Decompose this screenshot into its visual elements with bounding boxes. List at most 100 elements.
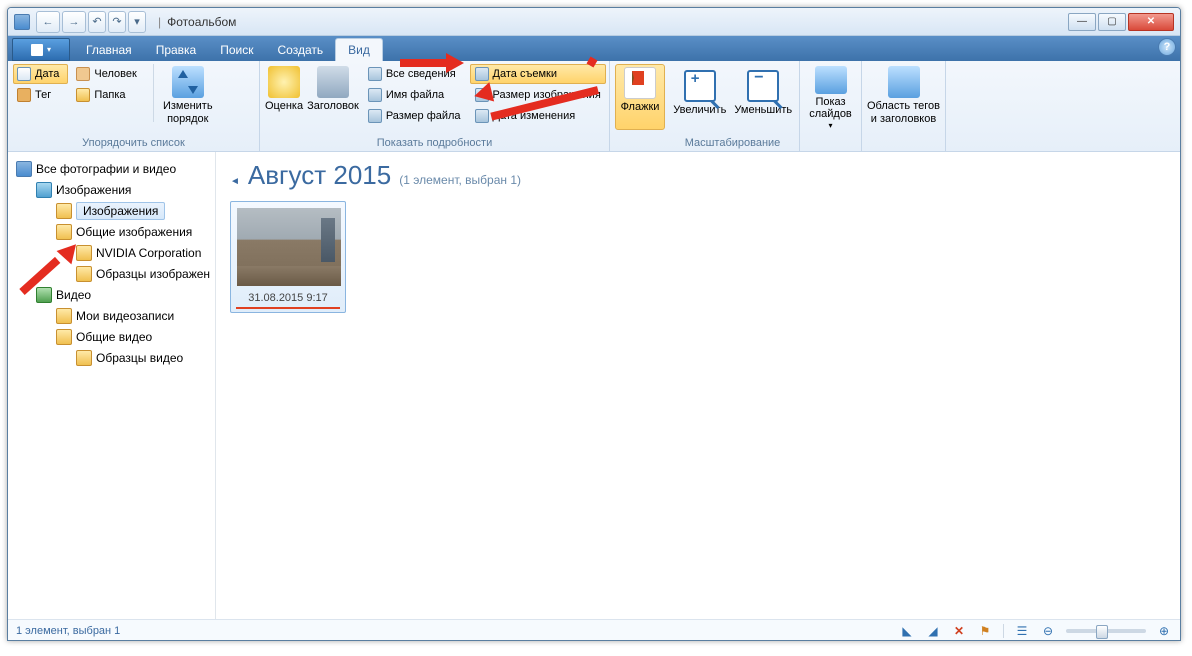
folder-icon xyxy=(76,88,90,102)
caption-icon xyxy=(317,66,349,98)
help-button[interactable]: ? xyxy=(1158,38,1176,56)
arrange-by-tag[interactable]: Тег xyxy=(13,85,68,105)
flag-small-icon[interactable]: ⚑ xyxy=(977,623,993,639)
calendar-icon xyxy=(17,67,31,81)
rotate-left-icon[interactable]: ◣ xyxy=(899,623,915,639)
slideshow-icon xyxy=(815,66,847,94)
zoom-in-icon xyxy=(684,70,716,102)
tree-all[interactable]: Все фотографии и видео xyxy=(10,158,213,179)
tag-area-button[interactable]: Область тегов и заголовков xyxy=(867,64,940,130)
tab-edit[interactable]: Правка xyxy=(144,38,209,61)
flag-icon xyxy=(624,67,656,99)
app-icon xyxy=(14,14,30,30)
group-tagarea: Область тегов и заголовков xyxy=(862,61,946,151)
close-button[interactable]: ✕ xyxy=(1128,13,1174,31)
tab-create[interactable]: Создать xyxy=(266,38,336,61)
tree-public-images[interactable]: Общие изображения xyxy=(10,221,213,242)
undo-button[interactable]: ↶ xyxy=(88,11,106,33)
group-header[interactable]: ◄ Август 2015 (1 элемент, выбран 1) xyxy=(230,160,1166,191)
annotation-arrow-3 xyxy=(16,248,74,306)
redo-button[interactable]: ↷ xyxy=(108,11,126,33)
zoom-out-button[interactable]: Уменьшить xyxy=(733,64,794,130)
photo-thumbnail[interactable]: 31.08.2015 9:17 xyxy=(230,201,346,313)
tab-view[interactable]: Вид xyxy=(335,38,383,61)
filesize-button[interactable]: Размер файла xyxy=(363,106,466,126)
window-controls: — ▢ ✕ xyxy=(1068,13,1174,31)
window-title: Фотоальбом xyxy=(167,15,236,29)
file-menu-icon xyxy=(31,44,43,56)
zoom-slider[interactable] xyxy=(1066,629,1146,633)
rating-button[interactable]: Оценка xyxy=(265,64,303,130)
tab-main[interactable]: Главная xyxy=(74,38,144,61)
group-subtitle: (1 элемент, выбран 1) xyxy=(399,173,521,187)
tree-images[interactable]: Изображения xyxy=(10,179,213,200)
all-photos-icon xyxy=(16,161,32,177)
images-icon xyxy=(36,182,52,198)
flags-button[interactable]: Флажки xyxy=(615,64,665,130)
tree-samples-video[interactable]: Образцы видео xyxy=(10,347,213,368)
collapse-icon: ◄ xyxy=(230,176,240,187)
minimize-button[interactable]: — xyxy=(1068,13,1096,31)
tree-public-video[interactable]: Общие видео xyxy=(10,326,213,347)
annotation-arrow-2 xyxy=(488,58,606,98)
group-zoom-label: Масштабирование xyxy=(671,134,794,151)
reverse-order-button[interactable]: Изменить порядок xyxy=(161,64,215,130)
arrange-by-folder[interactable]: Папка xyxy=(72,85,145,105)
slideshow-button[interactable]: Показ слайдов▾ xyxy=(805,64,856,130)
folder-icon xyxy=(76,266,92,282)
group-arrange: Дата Тег Человек Папка Изменить порядок … xyxy=(8,61,260,151)
reverse-icon xyxy=(172,66,204,98)
content-area: ◄ Август 2015 (1 элемент, выбран 1) 31.0… xyxy=(216,152,1180,619)
arrange-by-person[interactable]: Человек xyxy=(72,64,145,84)
main-area: Все фотографии и видео Изображения Изобр… xyxy=(8,152,1180,619)
folder-icon xyxy=(56,308,72,324)
nav-buttons: ← → ↶ ↷ ▾ xyxy=(36,11,146,33)
annotation-arrow-1 xyxy=(400,59,450,67)
folder-icon xyxy=(56,224,72,240)
zoom-out-icon xyxy=(747,70,779,102)
tab-search[interactable]: Поиск xyxy=(208,38,265,61)
group-slideshow: Показ слайдов▾ xyxy=(800,61,862,151)
folder-icon xyxy=(56,329,72,345)
qat-dropdown[interactable]: ▾ xyxy=(128,11,146,33)
title-separator: | xyxy=(158,15,161,29)
maximize-button[interactable]: ▢ xyxy=(1098,13,1126,31)
status-text: 1 элемент, выбран 1 xyxy=(16,625,120,637)
group-flags: Флажки xyxy=(610,61,666,151)
app-window: ← → ↶ ↷ ▾ | Фотоальбом — ▢ ✕ Главная Пра… xyxy=(7,7,1181,641)
details-view-icon[interactable]: ☰ xyxy=(1014,623,1030,639)
date-modified-icon xyxy=(475,109,489,123)
group-zoom: Увеличить Уменьшить Масштабирование xyxy=(666,61,800,151)
zoom-out-small[interactable]: ⊖ xyxy=(1040,623,1056,639)
arrange-by-date[interactable]: Дата xyxy=(13,64,68,84)
titlebar: ← → ↶ ↷ ▾ | Фотоальбом — ▢ ✕ xyxy=(8,8,1180,36)
rotate-right-icon[interactable]: ◢ xyxy=(925,623,941,639)
nav-tree: Все фотографии и видео Изображения Изобр… xyxy=(8,152,216,619)
tree-my-video[interactable]: Мои видеозаписи xyxy=(10,305,213,326)
delete-icon[interactable]: ✕ xyxy=(951,623,967,639)
folder-icon xyxy=(56,203,72,219)
group-details-label: Показать подробности xyxy=(265,134,604,151)
tag-area-icon xyxy=(888,66,920,98)
forward-button[interactable]: → xyxy=(62,11,86,33)
thumbnail-caption: 31.08.2015 9:17 xyxy=(236,288,340,309)
star-icon xyxy=(268,66,300,98)
file-menu-button[interactable] xyxy=(12,38,70,61)
date-taken-icon xyxy=(475,67,489,81)
all-info-icon xyxy=(368,67,382,81)
statusbar: 1 элемент, выбран 1 ◣ ◢ ✕ ⚑ ☰ ⊖ ⊕ xyxy=(8,619,1180,641)
tag-icon xyxy=(17,88,31,102)
tree-images-sub[interactable]: Изображения xyxy=(10,200,213,221)
filesize-icon xyxy=(368,109,382,123)
folder-icon xyxy=(76,350,92,366)
filename-icon xyxy=(368,88,382,102)
back-button[interactable]: ← xyxy=(36,11,60,33)
caption-button[interactable]: Заголовок xyxy=(307,64,359,130)
person-icon xyxy=(76,67,90,81)
group-title: Август 2015 xyxy=(248,160,391,191)
filename-button[interactable]: Имя файла xyxy=(363,85,466,105)
group-arrange-label: Упорядочить список xyxy=(13,134,254,151)
thumbnail-image xyxy=(237,208,341,286)
zoom-in-small[interactable]: ⊕ xyxy=(1156,623,1172,639)
zoom-in-button[interactable]: Увеличить xyxy=(671,64,729,130)
